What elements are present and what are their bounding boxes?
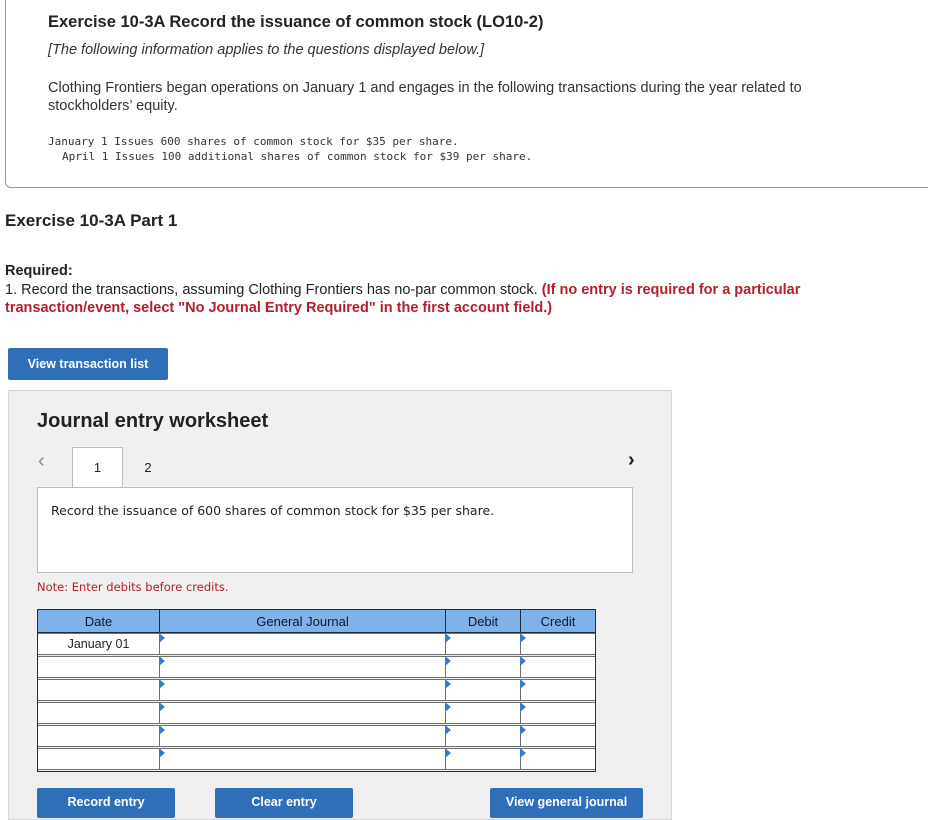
record-entry-button[interactable]: Record entry [37, 788, 175, 818]
debit-cell[interactable] [445, 748, 521, 770]
date-cell[interactable] [37, 748, 160, 770]
dropdown-marker-icon [520, 633, 526, 643]
account-cell[interactable] [159, 656, 446, 678]
transaction-line: April 1 Issues 100 additional shares of … [62, 150, 533, 163]
required-label: Required: [5, 263, 73, 279]
date-cell[interactable]: January 01 [37, 633, 160, 655]
debit-column-header: Debit [445, 609, 521, 633]
dropdown-marker-icon [520, 725, 526, 735]
transaction-description: Record the issuance of 600 shares of com… [51, 503, 495, 518]
dropdown-marker-icon [520, 702, 526, 712]
dropdown-marker-icon [159, 656, 165, 666]
transaction-description-box [37, 487, 633, 573]
tab-2[interactable]: 2 [123, 447, 173, 487]
dropdown-marker-icon [445, 656, 451, 666]
exercise-subtitle: [The following information applies to th… [48, 42, 485, 58]
dropdown-marker-icon [159, 679, 165, 689]
clear-entry-button[interactable]: Clear entry [215, 788, 353, 818]
transaction-line: January 1 Issues 600 shares of common st… [48, 135, 459, 148]
dropdown-marker-icon [520, 656, 526, 666]
account-cell[interactable] [159, 633, 446, 655]
dropdown-marker-icon [445, 702, 451, 712]
view-transaction-list-button[interactable]: View transaction list [8, 348, 168, 380]
date-cell[interactable] [37, 679, 160, 701]
chevron-right-icon[interactable]: › [628, 449, 635, 472]
credit-cell[interactable] [520, 748, 596, 770]
dropdown-marker-icon [159, 725, 165, 735]
debit-cell[interactable] [445, 702, 521, 724]
dropdown-marker-icon [520, 748, 526, 758]
required-text: 1. Record the transactions, assuming Clo… [5, 281, 905, 317]
chevron-left-icon[interactable]: ‹ [38, 450, 45, 473]
dropdown-marker-icon [520, 679, 526, 689]
date-cell[interactable] [37, 725, 160, 747]
date-column-header: Date [37, 609, 160, 633]
credit-cell[interactable] [520, 679, 596, 701]
dropdown-marker-icon [159, 702, 165, 712]
account-cell[interactable] [159, 748, 446, 770]
dropdown-marker-icon [445, 633, 451, 643]
account-cell[interactable] [159, 679, 446, 701]
dropdown-marker-icon [159, 748, 165, 758]
required-instruction: 1. Record the transactions, assuming Clo… [5, 282, 542, 298]
exercise-description: Clothing Frontiers began operations on J… [48, 80, 802, 114]
debit-cell[interactable] [445, 633, 521, 655]
tab-1[interactable]: 1 [72, 447, 123, 487]
debit-cell[interactable] [445, 679, 521, 701]
debit-credit-note: Note: Enter debits before credits. [37, 580, 229, 594]
dropdown-marker-icon [445, 679, 451, 689]
credit-cell[interactable] [520, 656, 596, 678]
dropdown-marker-icon [159, 633, 165, 643]
date-cell[interactable] [37, 702, 160, 724]
view-general-journal-button[interactable]: View general journal [490, 788, 643, 818]
part-title: Exercise 10-3A Part 1 [5, 211, 178, 230]
general-journal-column-header: General Journal [159, 609, 446, 633]
credit-column-header: Credit [520, 609, 596, 633]
date-cell[interactable] [37, 656, 160, 678]
exercise-title: Exercise 10-3A Record the issuance of co… [48, 13, 544, 31]
credit-cell[interactable] [520, 702, 596, 724]
worksheet-title: Journal entry worksheet [37, 410, 269, 432]
credit-cell[interactable] [520, 725, 596, 747]
account-cell[interactable] [159, 725, 446, 747]
account-cell[interactable] [159, 702, 446, 724]
credit-cell[interactable] [520, 633, 596, 655]
debit-cell[interactable] [445, 656, 521, 678]
debit-cell[interactable] [445, 725, 521, 747]
dropdown-marker-icon [445, 748, 451, 758]
dropdown-marker-icon [445, 725, 451, 735]
